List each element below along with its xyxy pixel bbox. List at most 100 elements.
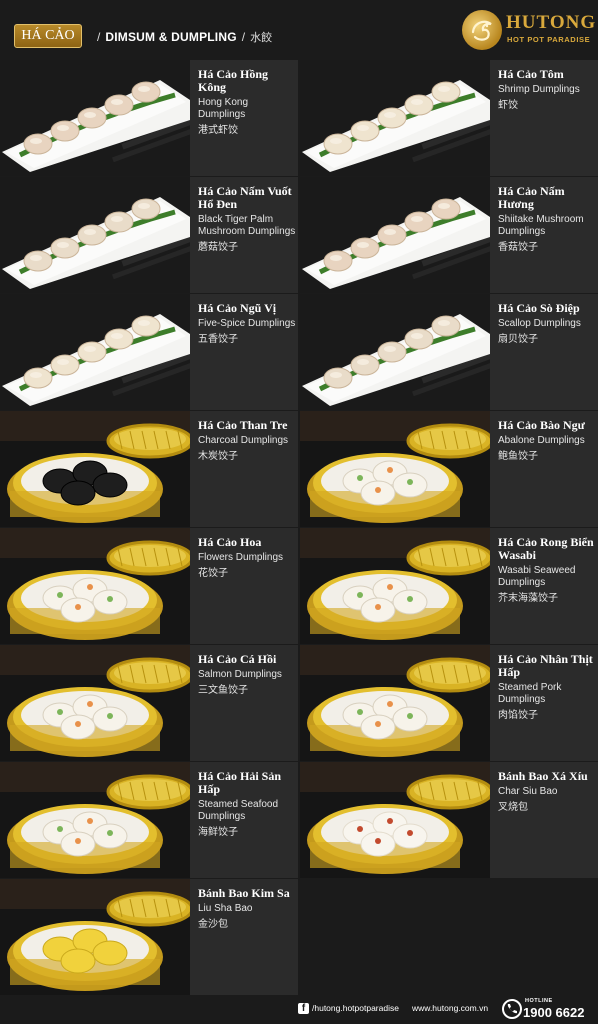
menu-item[interactable]: Há Cảo Nấm Vuốt Hổ Đen Black Tiger Palm M… (0, 177, 298, 293)
website-link[interactable]: www.hutong.com.vn (412, 1003, 488, 1013)
breadcrumb-separator: / (97, 30, 101, 44)
dish-name: Há Cảo Sò Điệp (498, 301, 580, 315)
dish-name-en: Shrimp Dumplings (498, 84, 580, 95)
dish-name-en: Liu Sha Bao (198, 903, 253, 914)
dish-name-zh: 鲍鱼饺子 (498, 451, 538, 462)
phone-icon (502, 999, 522, 1019)
dish-name-en: Black Tiger Palm Mushroom Dumplings (198, 214, 296, 237)
dish-info: Há Cảo Sò Điệp Scallop Dumplings 扇贝饺子 (498, 302, 596, 346)
dish-name: Há Cảo Ngũ Vị (198, 301, 277, 315)
dish-info: Há Cảo Cá Hồi Salmon Dumplings 三文鱼饺子 (198, 653, 296, 697)
dish-info: Há Cảo Nấm Vuốt Hổ Đen Black Tiger Palm M… (198, 185, 296, 254)
dish-name-zh: 叉烧包 (498, 802, 528, 813)
dish-name-zh: 木炭饺子 (198, 451, 238, 462)
category-badge[interactable]: HÁ CẢO (14, 24, 82, 48)
dish-photo (0, 879, 190, 995)
section-title-zh: 水餃 (250, 32, 273, 44)
dish-name: Há Cảo Than Tre (198, 418, 288, 432)
hotline-label: HOTLINE (525, 998, 553, 1004)
dish-name-en: Flowers Dumplings (198, 552, 284, 563)
dish-name-zh: 金沙包 (198, 919, 228, 930)
dish-photo (300, 294, 490, 410)
menu-item[interactable]: Há Cảo Ngũ Vị Five-Spice Dumplings 五香饺子 (0, 294, 298, 410)
breadcrumb: / DIMSUM & DUMPLING / 水餃 (92, 29, 272, 45)
dish-name-en: Scallop Dumplings (498, 318, 581, 329)
menu-item[interactable]: Há Cảo Nấm Hương Shiitake Mushroom Dumpli… (300, 177, 598, 293)
dish-info: Há Cảo Hải Sản Hấp Steamed Seafood Dumpli… (198, 770, 296, 839)
dish-name-en: Wasabi Seaweed Dumplings (498, 565, 576, 588)
menu-item[interactable]: Há Cảo Rong Biển Wasabi Wasabi Seaweed Du… (300, 528, 598, 644)
dish-name-zh: 肉馅饺子 (498, 710, 538, 721)
dish-name: Há Cảo Nhân Thịt Hấp (498, 652, 593, 679)
dish-name-zh: 扇贝饺子 (498, 334, 538, 345)
brand-tagline: HOT POT PARADISE (507, 35, 591, 44)
dish-photo (0, 411, 190, 527)
menu-item[interactable]: Há Cảo Cá Hồi Salmon Dumplings 三文鱼饺子 (0, 645, 298, 761)
dish-info: Há Cảo Hồng Kông Hong Kong Dumplings 港式虾饺 (198, 68, 296, 137)
dish-name: Bánh Bao Xá Xíu (498, 769, 588, 783)
dish-name-zh: 香菇饺子 (498, 242, 538, 253)
facebook-link[interactable]: /hutong.hotpotparadise (312, 1003, 399, 1013)
dish-photo (300, 645, 490, 761)
dish-name: Há Cảo Nấm Hương (498, 184, 565, 211)
menu-item[interactable]: Há Cảo Nhân Thịt Hấp Steamed Pork Dumplin… (300, 645, 598, 761)
dish-photo (0, 645, 190, 761)
facebook-icon[interactable]: f (298, 1003, 309, 1014)
dish-name: Há Cảo Rong Biển Wasabi (498, 535, 594, 562)
dish-info: Há Cảo Bào Ngư Abalone Dumplings 鲍鱼饺子 (498, 419, 596, 463)
dish-name-zh: 花饺子 (198, 568, 228, 579)
dish-name-zh: 蘑菇饺子 (198, 242, 238, 253)
dish-name: Bánh Bao Kim Sa (198, 886, 290, 900)
menu-item[interactable]: Bánh Bao Kim Sa Liu Sha Bao 金沙包 (0, 879, 298, 995)
dish-name-en: Charcoal Dumplings (198, 435, 289, 446)
dish-photo (0, 528, 190, 644)
dish-photo (300, 762, 490, 878)
menu-item[interactable]: Há Cảo Than Tre Charcoal Dumplings 木炭饺子 (0, 411, 298, 527)
dish-photo (0, 294, 190, 410)
brand-logo: HUTONG HOT POT PARADISE (462, 10, 595, 50)
dish-info: Há Cảo Ngũ Vị Five-Spice Dumplings 五香饺子 (198, 302, 296, 346)
menu-item[interactable]: Bánh Bao Xá Xíu Char Siu Bao 叉烧包 (300, 762, 598, 878)
dish-info: Bánh Bao Xá Xíu Char Siu Bao 叉烧包 (498, 770, 596, 814)
dish-name-zh: 港式虾饺 (198, 125, 238, 136)
dish-name: Há Cảo Cá Hồi (198, 652, 277, 666)
dish-name: Há Cảo Hoa (198, 535, 262, 549)
footer: f /hutong.hotpotparadise www.hutong.com.… (0, 995, 598, 1024)
dish-name-zh: 三文鱼饺子 (198, 685, 248, 696)
dish-name-zh: 五香饺子 (198, 334, 238, 345)
dish-photo (0, 762, 190, 878)
section-title: DIMSUM & DUMPLING (105, 30, 237, 44)
dish-name: Há Cảo Bào Ngư (498, 418, 585, 432)
dish-photo (300, 528, 490, 644)
dish-photo (0, 177, 190, 293)
brand-name: HUTONG (506, 12, 597, 33)
dish-photo (0, 60, 190, 176)
dish-info: Há Cảo Than Tre Charcoal Dumplings 木炭饺子 (198, 419, 296, 463)
hotline-number[interactable]: 1900 6622 (523, 1005, 584, 1020)
dish-name: Há Cảo Tôm (498, 67, 564, 81)
dish-name-en: Five-Spice Dumplings (198, 318, 296, 329)
dish-name: Há Cảo Hồng Kông (198, 67, 269, 94)
dish-name-zh: 芥末海藻饺子 (498, 593, 558, 604)
dish-name-zh: 海鲜饺子 (198, 827, 238, 838)
dish-info: Há Cảo Nhân Thịt Hấp Steamed Pork Dumplin… (498, 653, 596, 722)
menu-item[interactable]: Há Cảo Tôm Shrimp Dumplings 虾饺 (300, 60, 598, 176)
dragon-emblem-icon (462, 10, 502, 50)
menu-item[interactable]: Há Cảo Hải Sản Hấp Steamed Seafood Dumpli… (0, 762, 298, 878)
dish-info: Há Cảo Nấm Hương Shiitake Mushroom Dumpli… (498, 185, 596, 254)
menu-item[interactable]: Há Cảo Bào Ngư Abalone Dumplings 鲍鱼饺子 (300, 411, 598, 527)
dish-name-en: Abalone Dumplings (498, 435, 585, 446)
dish-info: Bánh Bao Kim Sa Liu Sha Bao 金沙包 (198, 887, 296, 931)
dish-photo (300, 177, 490, 293)
breadcrumb-separator: / (241, 30, 246, 44)
dish-info: Há Cảo Rong Biển Wasabi Wasabi Seaweed Du… (498, 536, 596, 605)
menu-item[interactable]: Há Cảo Hồng Kông Hong Kong Dumplings 港式虾饺 (0, 60, 298, 176)
dish-photo (300, 411, 490, 527)
dish-name: Há Cảo Nấm Vuốt Hổ Đen (198, 184, 292, 211)
menu-item[interactable]: Há Cảo Sò Điệp Scallop Dumplings 扇贝饺子 (300, 294, 598, 410)
menu-item[interactable]: Há Cảo Hoa Flowers Dumplings 花饺子 (0, 528, 298, 644)
dish-name-en: Hong Kong Dumplings (198, 97, 249, 120)
dish-name-en: Steamed Seafood Dumplings (198, 799, 279, 822)
dish-name: Há Cảo Hải Sản Hấp (198, 769, 282, 796)
dish-info: Há Cảo Hoa Flowers Dumplings 花饺子 (198, 536, 296, 580)
